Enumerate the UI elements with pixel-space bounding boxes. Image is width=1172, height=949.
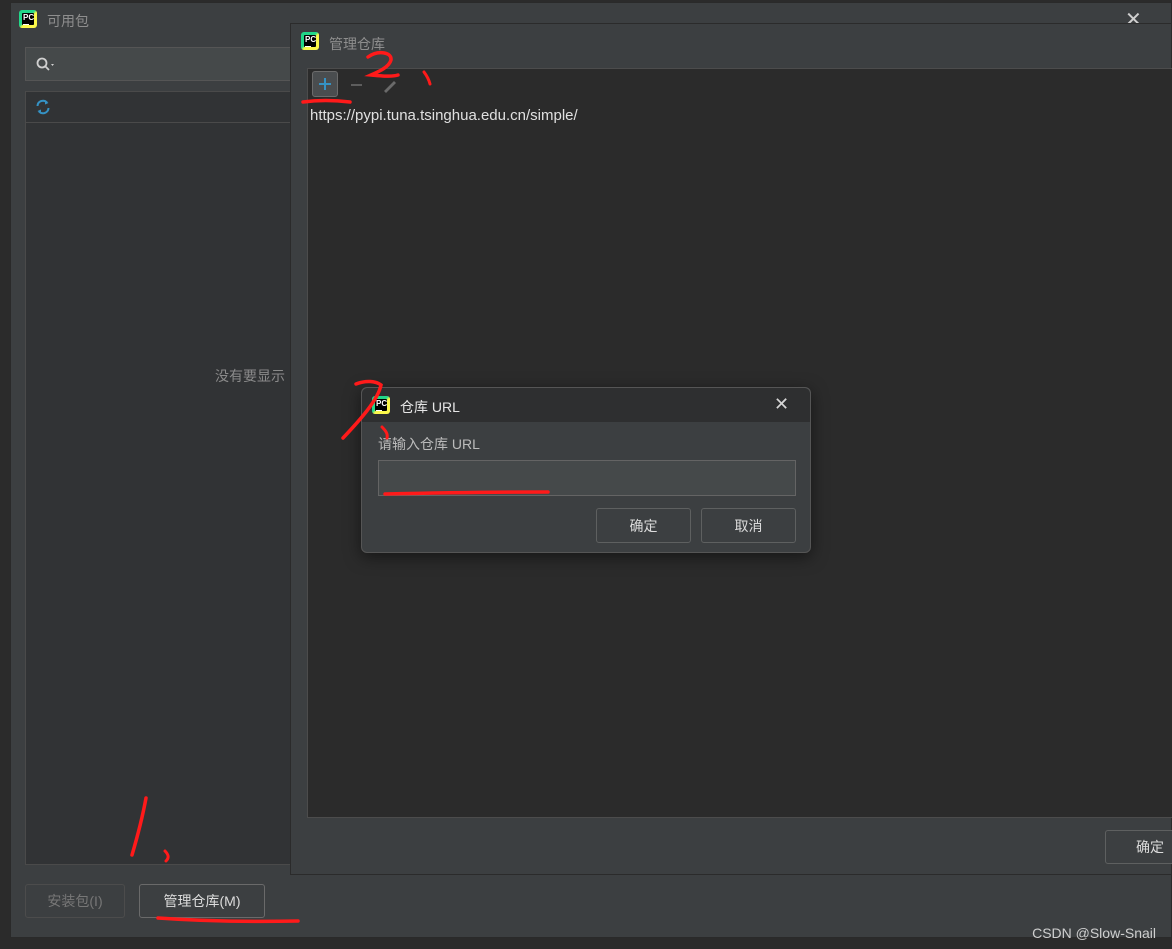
search-icon [36,57,54,71]
empty-list-text: 没有要显示 [215,368,285,384]
ide-left-strip [0,0,10,949]
pycharm-logo-icon: PC [301,32,319,50]
minus-icon[interactable] [347,75,367,95]
manage-repositories-button[interactable]: 管理仓库(M) [139,884,265,918]
repos-window-title: 管理仓库 [329,36,385,52]
url-cancel-button[interactable]: 取消 [701,508,796,543]
add-repository-button[interactable] [312,71,338,97]
repository-url-input[interactable] [378,460,796,496]
plus-icon [319,78,331,90]
url-prompt-label: 请输入仓库 URL [378,436,480,452]
repository-item[interactable]: https://pypi.tuna.tsinghua.edu.cn/simple… [310,107,578,124]
repos-ok-button[interactable]: 确定 [1105,830,1172,864]
refresh-icon[interactable] [34,98,52,116]
install-package-button[interactable]: 安装包(I) [25,884,125,918]
pycharm-logo-icon: PC [19,10,37,28]
package-list-panel: 没有要显示 [25,91,291,865]
watermark: CSDN @Slow-Snail [1032,925,1156,941]
url-dialog-titlebar: PC 仓库 URL ✕ [362,388,810,422]
repository-url-dialog: PC 仓库 URL ✕ 请输入仓库 URL 确定 取消 [361,387,811,553]
close-icon[interactable]: ✕ [774,394,789,415]
url-dialog-title: 仓库 URL [400,399,460,415]
package-search-input[interactable] [25,47,291,81]
edit-pencil-icon[interactable] [380,75,400,95]
url-ok-button[interactable]: 确定 [596,508,691,543]
list-toolbar-divider [26,122,290,123]
available-window-title: 可用包 [47,13,89,29]
pycharm-logo-icon: PC [372,396,390,414]
